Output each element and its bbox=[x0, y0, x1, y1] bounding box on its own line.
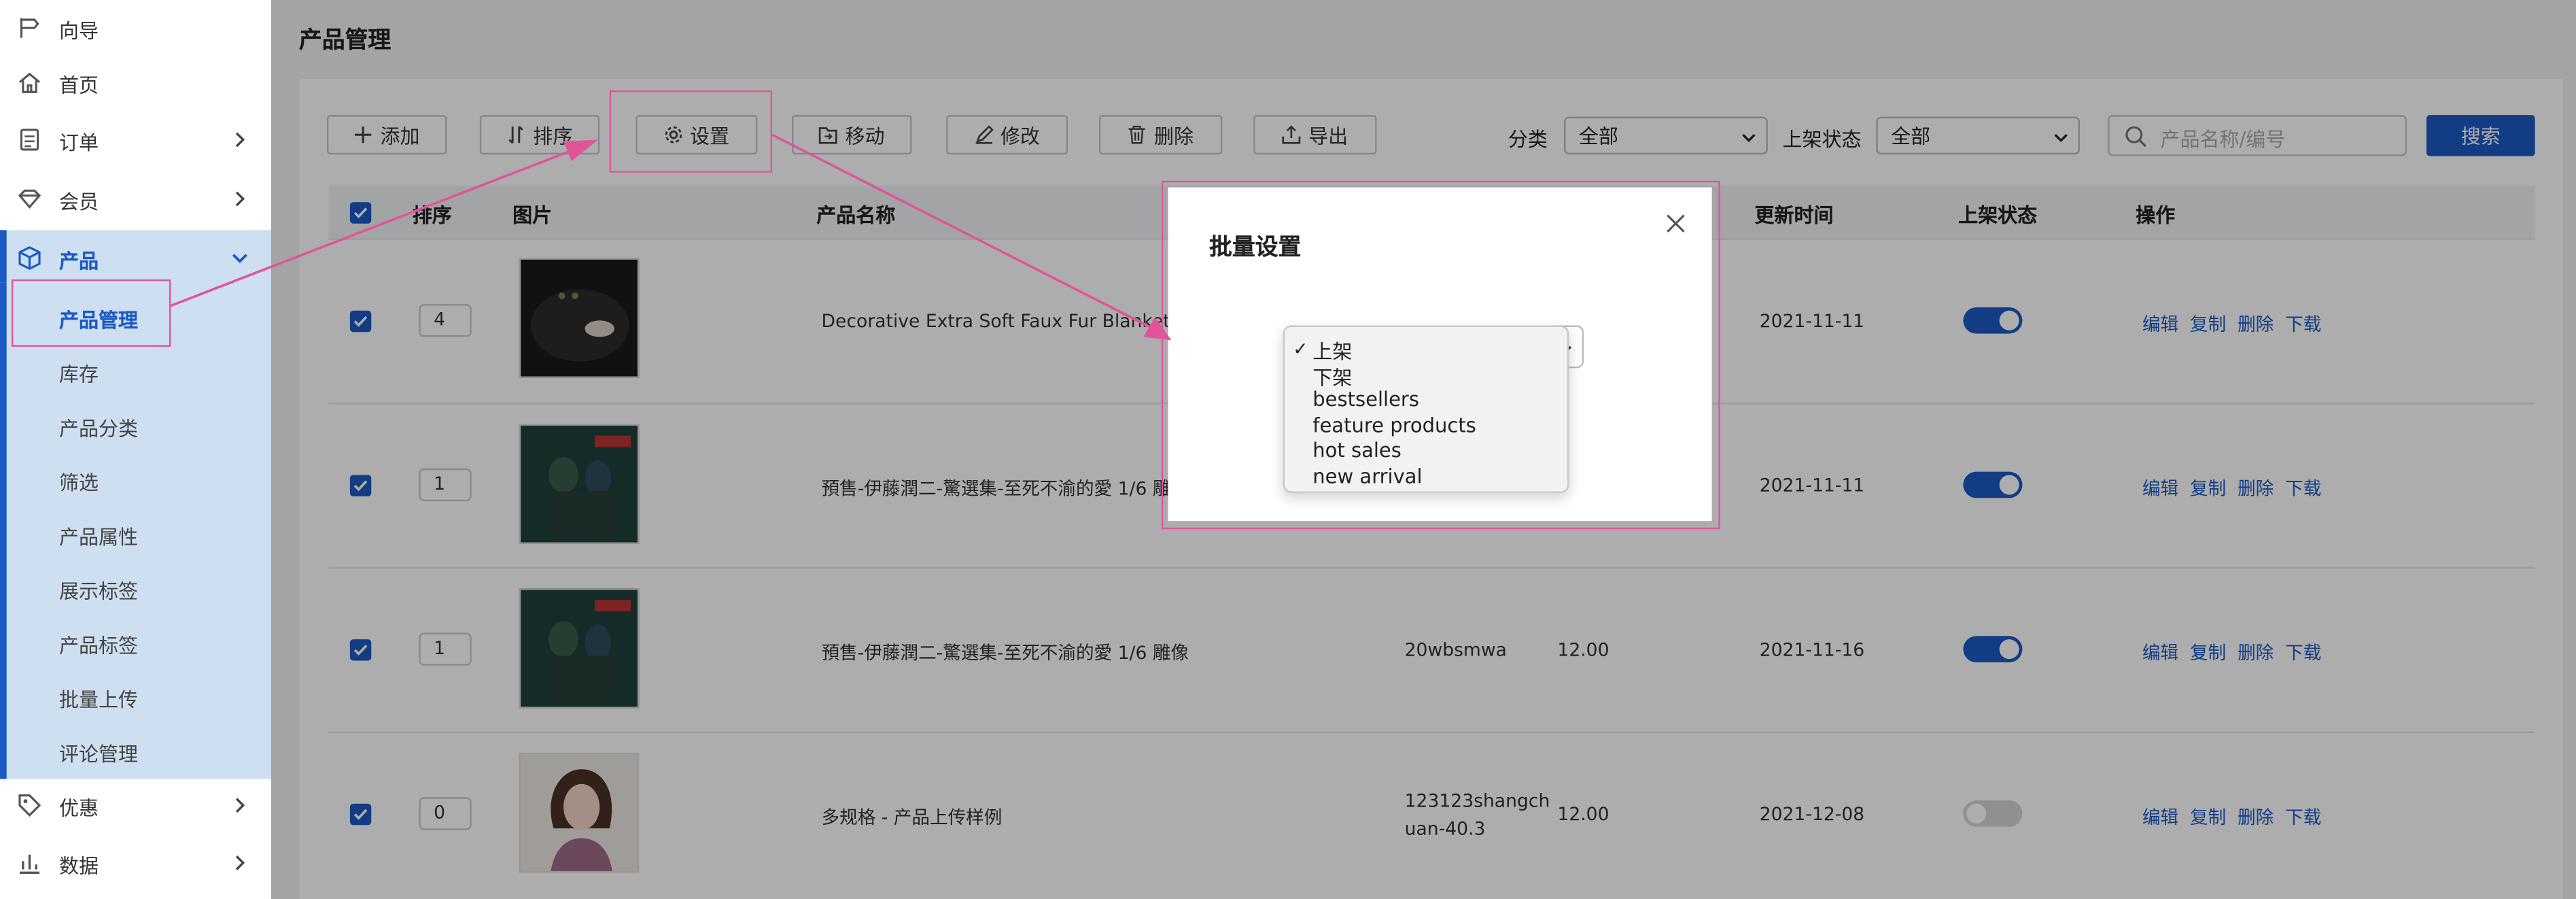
screen: 向导 首页 订单 会员 产品 产品管理 库存 产品分类 筛选 产品属性 展示标签… bbox=[0, 0, 2576, 899]
nav-product-label: 产品 bbox=[59, 250, 99, 273]
order-icon bbox=[20, 129, 39, 151]
discount-icon bbox=[18, 794, 41, 817]
nav-data[interactable]: 数据 bbox=[0, 835, 271, 893]
nav-guide-label: 向导 bbox=[59, 20, 99, 43]
batch-settings-modal: 批量设置 ✓ 上架 下架 bestsellers feature product… bbox=[1168, 187, 1712, 522]
submenu-inventory[interactable]: 库存 bbox=[59, 360, 99, 388]
member-icon bbox=[18, 189, 41, 209]
nav-order[interactable]: 订单 bbox=[0, 112, 271, 169]
chevron-down-icon bbox=[232, 254, 247, 264]
nav-home[interactable]: 首页 bbox=[0, 54, 271, 112]
submenu-review-management[interactable]: 评论管理 bbox=[59, 740, 138, 768]
option-off-shelf[interactable]: 下架 bbox=[1312, 363, 1352, 391]
modal-title: 批量设置 bbox=[1208, 235, 1302, 262]
submenu-product-tags[interactable]: 产品标签 bbox=[59, 631, 138, 659]
option-on-shelf[interactable]: 上架 bbox=[1312, 337, 1352, 364]
home-icon bbox=[18, 72, 41, 93]
nav-guide[interactable]: 向导 bbox=[0, 0, 271, 58]
option-new-arrival[interactable]: new arrival bbox=[1312, 465, 1422, 488]
submenu-filter[interactable]: 筛选 bbox=[59, 469, 99, 496]
chevron-right-icon bbox=[235, 132, 245, 148]
data-icon bbox=[20, 854, 40, 875]
submenu-indicator bbox=[0, 282, 7, 779]
nav-data-label: 数据 bbox=[59, 854, 99, 878]
chevron-right-icon bbox=[235, 191, 245, 207]
guide-icon bbox=[20, 18, 39, 38]
annotation-highlight-settings bbox=[609, 90, 773, 173]
submenu-product-attributes[interactable]: 产品属性 bbox=[59, 523, 138, 551]
submenu-product-category[interactable]: 产品分类 bbox=[59, 414, 138, 442]
nav-member-label: 会员 bbox=[59, 190, 99, 214]
chevron-right-icon bbox=[235, 855, 245, 870]
sidebar: 向导 首页 订单 会员 产品 产品管理 库存 产品分类 筛选 产品属性 展示标签… bbox=[0, 0, 271, 899]
submenu-bulk-upload[interactable]: 批量上传 bbox=[59, 685, 138, 713]
selected-check-icon: ✓ bbox=[1293, 338, 1308, 360]
product-icon bbox=[18, 245, 41, 270]
submenu-display-tags[interactable]: 展示标签 bbox=[59, 577, 138, 605]
annotation-highlight-product-management bbox=[11, 279, 171, 347]
product-submenu: 产品管理 库存 产品分类 筛选 产品属性 展示标签 产品标签 批量上传 评论管理 bbox=[0, 282, 271, 779]
status-options-dropdown: ✓ 上架 下架 bestsellers feature products hot… bbox=[1283, 325, 1569, 494]
option-hot-sales[interactable]: hot sales bbox=[1312, 439, 1402, 462]
option-bestsellers[interactable]: bestsellers bbox=[1312, 388, 1419, 411]
nav-discount[interactable]: 优惠 bbox=[0, 777, 271, 835]
close-icon[interactable] bbox=[1665, 212, 1688, 235]
option-feature-products[interactable]: feature products bbox=[1312, 414, 1476, 437]
chevron-right-icon bbox=[235, 798, 245, 813]
nav-order-label: 订单 bbox=[59, 131, 99, 155]
nav-member[interactable]: 会员 bbox=[0, 171, 271, 228]
nav-home-label: 首页 bbox=[59, 73, 99, 97]
product-indicator bbox=[0, 230, 7, 283]
nav-discount-label: 优惠 bbox=[59, 797, 99, 820]
